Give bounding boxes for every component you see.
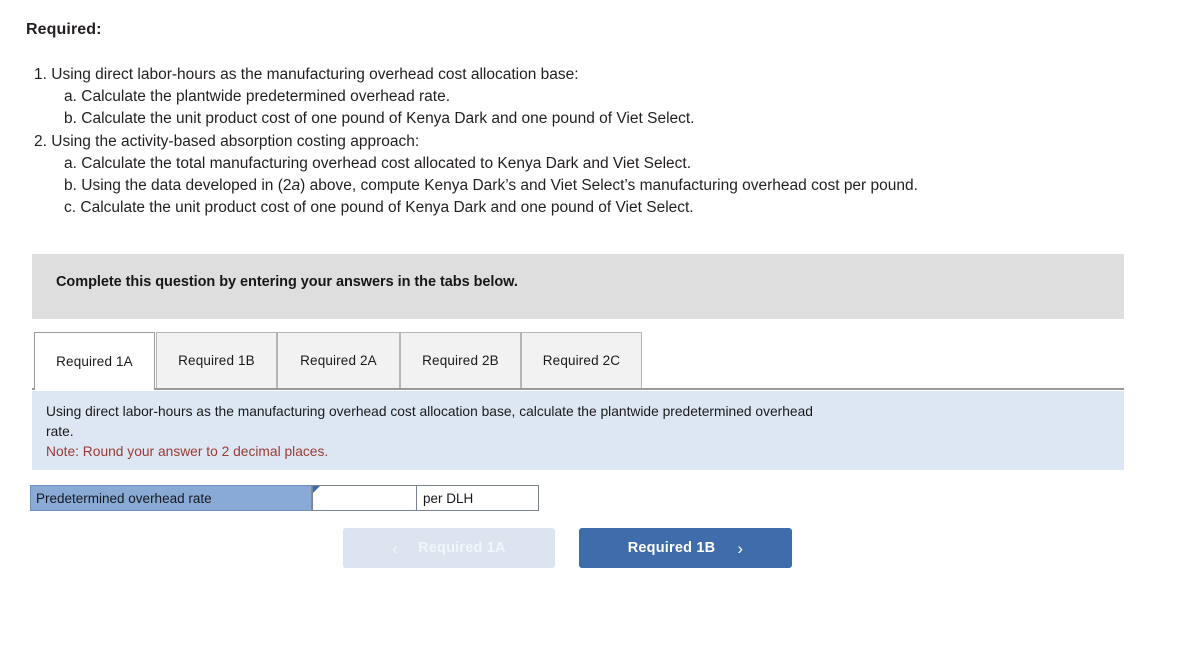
tab-label: Required 1B [178,353,255,368]
instruction-banner-text: Complete this question by entering your … [56,274,518,290]
tab-label: Required 2A [300,353,377,368]
requirement-number: b. [64,110,77,128]
requirement-text: Using direct labor-hours as the manufact… [51,66,579,83]
requirement-number: b. [64,177,77,195]
predetermined-overhead-rate-input[interactable] [312,485,417,511]
requirement-text: Calculate the plantwide predetermined ov… [81,88,451,106]
tab-label: Required 1A [56,354,133,369]
tab-required-2c[interactable]: Required 2C [521,332,642,388]
question-instruction-text: Using direct labor-hours as the manufact… [46,402,1124,462]
chevron-left-icon: ‹ [392,538,399,558]
requirement-text: Using the activity-based absorption cost… [51,132,420,150]
requirement-text: Calculate the unit product cost of one p… [81,110,695,128]
rounding-note: Note: Round your answer to 2 decimal pla… [46,444,329,459]
tab-label: Required 2B [422,353,499,368]
requirement-item: 1. Using direct labor-hours as the manuf… [26,64,1186,86]
next-required-button[interactable]: Required 1B › [579,528,792,568]
tab-required-1b[interactable]: Required 1B [156,332,277,388]
answer-input-container [312,485,417,511]
prev-required-button[interactable]: ‹ Required 1A [343,528,555,568]
requirement-number: a. [64,154,77,172]
tab-bar-underline [32,388,1124,390]
requirement-number: 1. [34,66,47,83]
answer-unit-label: per DLH [417,485,539,511]
next-button-label: Required 1B [627,540,716,556]
answer-table: Predetermined overhead rate per DLH [30,485,539,511]
requirement-item: a. Calculate the total manufacturing ove… [26,153,1186,175]
requirement-item: c. Calculate the unit product cost of on… [26,197,1186,219]
chevron-right-icon: › [737,538,744,558]
requirement-text: Calculate the unit product cost of one p… [80,199,694,217]
requirement-item: a. Calculate the plantwide predetermined… [26,86,1186,108]
instruction-line-1: Using direct labor-hours as the manufact… [46,404,813,419]
tab-required-1a[interactable]: Required 1A [34,332,155,390]
tab-label: Required 2C [542,353,621,368]
requirement-text: Using the data developed in (2a) above, … [81,177,918,195]
requirement-number: a. [64,88,77,106]
requirement-reference-letter: a [291,177,301,195]
requirement-item: b. Using the data developed in (2a) abov… [26,175,1186,197]
instruction-line-2: rate. [46,424,74,439]
requirements-list: 1. Using direct labor-hours as the manuf… [26,64,1186,219]
tab-bar: Required 1A Required 1B Required 2A Requ… [32,332,1124,390]
requirement-text: Calculate the total manufacturing overhe… [81,154,691,172]
requirement-number: 2. [34,132,47,150]
page-title: Required: [26,21,102,38]
question-instruction-panel: Using direct labor-hours as the manufact… [32,391,1124,470]
tab-required-2b[interactable]: Required 2B [400,332,521,388]
requirement-item: 2. Using the activity-based absorption c… [26,131,1186,153]
tab-required-2a[interactable]: Required 2A [277,332,400,388]
instruction-banner: Complete this question by entering your … [32,254,1124,319]
requirement-number: c. [64,199,77,217]
answer-row-label: Predetermined overhead rate [30,485,312,511]
requirement-item: b. Calculate the unit product cost of on… [26,108,1186,130]
prev-button-label: Required 1A [418,540,506,556]
